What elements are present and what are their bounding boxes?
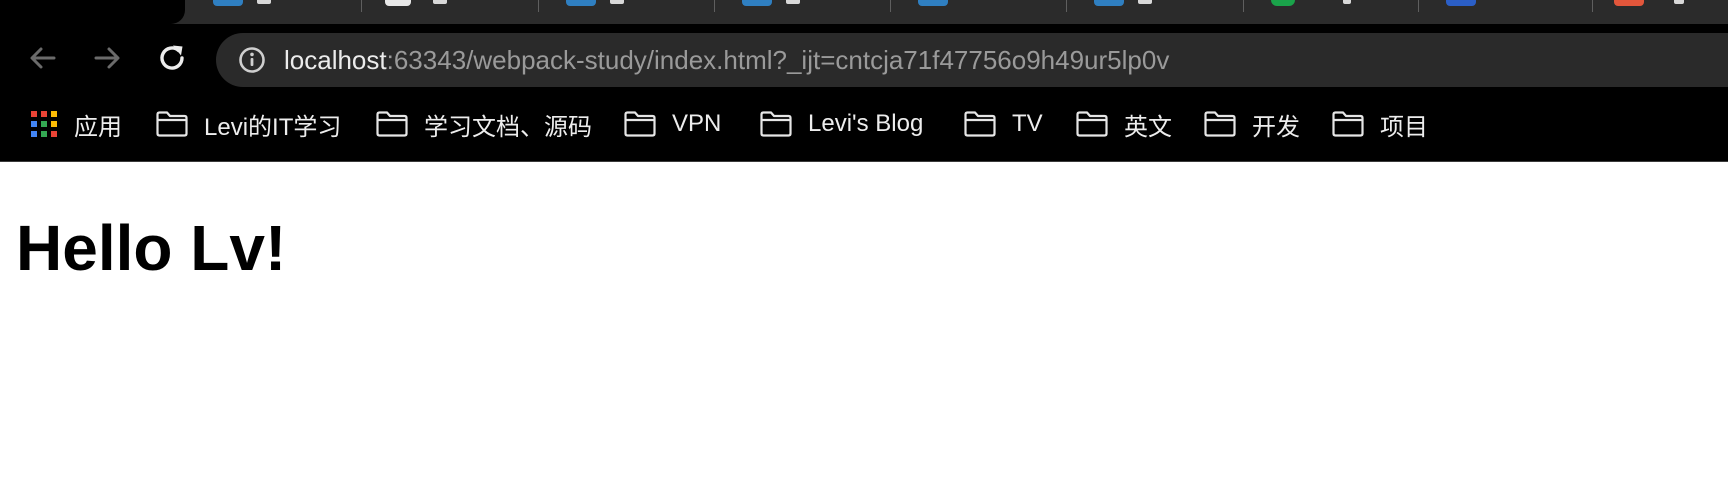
tab-favicon-icon bbox=[742, 0, 772, 6]
tab-9[interactable] bbox=[1592, 0, 1728, 22]
bookmark-label: Levi's Blog bbox=[808, 110, 924, 137]
folder-icon bbox=[964, 111, 996, 137]
bookmark-folder-blog[interactable]: Levi's Blog bbox=[760, 103, 923, 145]
bookmark-label: 英文 bbox=[1124, 113, 1172, 141]
reload-icon bbox=[160, 45, 184, 70]
bookmark-label: Levi的IT学习 bbox=[204, 113, 342, 141]
url-host: localhost bbox=[284, 45, 387, 75]
bookmarks-bar: 应用 Levi的IT学习 学习文档、源码 VPN Levi's Blog TV … bbox=[0, 103, 1728, 145]
bookmark-folder-tv[interactable]: TV bbox=[964, 103, 1043, 145]
tab-favicon-icon bbox=[566, 0, 596, 6]
tab-favicon-icon bbox=[1094, 0, 1124, 6]
apps-grid-icon bbox=[31, 111, 57, 137]
folder-icon bbox=[1204, 111, 1236, 137]
back-button[interactable] bbox=[23, 38, 63, 78]
tab-title bbox=[257, 0, 271, 4]
url-text[interactable]: localhost:63343/webpack-study/index.html… bbox=[284, 46, 1169, 74]
folder-icon bbox=[376, 111, 408, 137]
tab-favicon-icon bbox=[1614, 0, 1644, 6]
folder-icon bbox=[624, 111, 656, 137]
tab-title bbox=[1674, 0, 1684, 4]
bookmark-folder-english[interactable]: 英文 bbox=[1076, 103, 1172, 145]
bookmark-folder-docs[interactable]: 学习文档、源码 bbox=[376, 103, 592, 145]
address-bar[interactable]: localhost:63343/webpack-study/index.html… bbox=[216, 33, 1728, 87]
forward-button[interactable] bbox=[87, 38, 127, 78]
tab-title bbox=[1138, 0, 1152, 4]
arrow-left-icon bbox=[30, 47, 56, 69]
tab-1[interactable] bbox=[185, 0, 361, 22]
folder-icon bbox=[760, 111, 792, 137]
arrow-right-icon bbox=[94, 47, 120, 69]
bookmark-folder-levi-it[interactable]: Levi的IT学习 bbox=[156, 103, 341, 145]
tab-favicon-icon bbox=[918, 0, 948, 6]
tab-title bbox=[433, 0, 447, 4]
bookmark-label: 项目 bbox=[1380, 113, 1428, 141]
folder-icon bbox=[156, 111, 188, 137]
bookmark-label: VPN bbox=[672, 110, 722, 137]
tab-title bbox=[786, 0, 800, 4]
bookmark-label: 学习文档、源码 bbox=[424, 113, 592, 141]
tab-active[interactable] bbox=[0, 0, 185, 24]
tab-4[interactable] bbox=[714, 0, 890, 22]
bookmark-folder-vpn[interactable]: VPN bbox=[624, 103, 721, 145]
toolbar: localhost:63343/webpack-study/index.html… bbox=[0, 24, 1728, 96]
tab-2[interactable] bbox=[361, 0, 537, 22]
bookmark-label: TV bbox=[1012, 110, 1043, 137]
browser-chrome: localhost:63343/webpack-study/index.html… bbox=[0, 0, 1728, 162]
tab-favicon-icon bbox=[385, 0, 411, 6]
bookmark-apps[interactable]: 应用 bbox=[30, 103, 122, 145]
bookmark-label: 开发 bbox=[1252, 113, 1300, 141]
tab-6[interactable] bbox=[1066, 0, 1242, 22]
info-icon[interactable] bbox=[238, 46, 266, 74]
folder-icon bbox=[1076, 111, 1108, 137]
tab-5[interactable] bbox=[890, 0, 1066, 22]
tab-favicon-icon bbox=[1446, 0, 1476, 6]
tab-title bbox=[1343, 0, 1351, 4]
tab-favicon-icon bbox=[213, 0, 243, 6]
tab-title bbox=[610, 0, 624, 4]
bookmark-label: 应用 bbox=[74, 113, 122, 141]
reload-button[interactable] bbox=[152, 38, 192, 78]
tab-favicon-icon bbox=[1271, 0, 1295, 6]
tab-8[interactable] bbox=[1418, 0, 1594, 22]
tab-3[interactable] bbox=[538, 0, 714, 22]
bookmark-folder-dev[interactable]: 开发 bbox=[1204, 103, 1300, 145]
page-heading: Hello Lv! bbox=[16, 212, 287, 284]
bookmark-folder-projects[interactable]: 项目 bbox=[1332, 103, 1428, 145]
folder-icon bbox=[1332, 111, 1364, 137]
tab-7[interactable] bbox=[1243, 0, 1419, 22]
url-path: :63343/webpack-study/index.html?_ijt=cnt… bbox=[386, 45, 1170, 75]
tab-strip bbox=[0, 0, 1728, 24]
